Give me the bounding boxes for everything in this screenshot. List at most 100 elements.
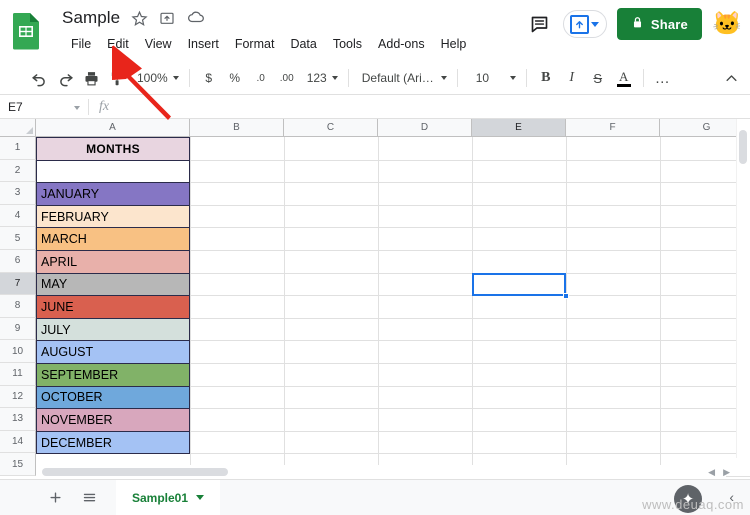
cell-a9[interactable]: JULY — [36, 317, 190, 342]
print-icon[interactable] — [78, 65, 104, 91]
cell-a7[interactable]: MAY — [36, 272, 190, 297]
row-header-11[interactable]: 11 — [0, 362, 36, 386]
row-header-6[interactable]: 6 — [0, 249, 36, 273]
bold-button[interactable]: B — [533, 65, 559, 91]
column-header-c[interactable]: C — [284, 119, 378, 137]
row-header-10[interactable]: 10 — [0, 340, 36, 363]
chevron-down-icon[interactable] — [196, 495, 205, 500]
cell-a6[interactable]: APRIL — [36, 250, 190, 274]
cell-value: MONTHS — [86, 141, 140, 156]
menu-insert[interactable]: Insert — [180, 34, 227, 54]
row-header-7[interactable]: 7 — [0, 272, 36, 296]
chevron-down-icon[interactable] — [74, 105, 80, 110]
cell-value: AUGUST — [41, 345, 94, 360]
chevron-down-icon[interactable] — [590, 21, 599, 27]
all-sheets-button[interactable] — [72, 481, 106, 515]
share-button[interactable]: Share — [616, 8, 702, 40]
cell-a10[interactable]: AUGUST — [36, 340, 190, 364]
sheet-tab-sample01[interactable]: Sample01 — [116, 479, 221, 515]
vertical-scrollbar-thumb[interactable] — [739, 130, 747, 164]
row-header-9[interactable]: 9 — [0, 317, 36, 341]
italic-label: I — [569, 70, 575, 85]
row-header-14[interactable]: 14 — [0, 430, 36, 454]
text-color-button[interactable]: A — [611, 65, 637, 91]
row-header-8[interactable]: 8 — [0, 295, 36, 318]
cell-a5[interactable]: MARCH — [36, 227, 190, 251]
percent-label: % — [229, 71, 241, 85]
move-to-folder-icon[interactable] — [159, 10, 176, 27]
row-header-3[interactable]: 3 — [0, 182, 36, 205]
present-button[interactable] — [562, 10, 607, 38]
select-all-corner[interactable] — [0, 119, 36, 137]
menu-edit[interactable]: Edit — [99, 34, 137, 54]
cloud-saved-icon — [187, 10, 205, 27]
row-header-label: 5 — [14, 232, 21, 244]
number-format-select[interactable]: 123 — [300, 66, 342, 90]
name-box-value: E7 — [8, 99, 23, 114]
comment-icon[interactable] — [527, 11, 553, 37]
column-header-e[interactable]: E — [472, 119, 566, 137]
row-header-2[interactable]: 2 — [0, 159, 36, 183]
scroll-right-icon[interactable]: ▶ — [723, 467, 730, 478]
decrease-decimal-button[interactable]: .0 — [248, 65, 274, 91]
menu-add-ons[interactable]: Add-ons — [370, 34, 433, 54]
font-size-select[interactable]: 10 — [464, 66, 520, 90]
column-header-label: E — [515, 122, 522, 133]
cell-a11[interactable]: SEPTEMBER — [36, 363, 190, 387]
cell-a3[interactable]: JANUARY — [36, 182, 190, 206]
chevron-down-icon — [440, 76, 447, 80]
row-header-1[interactable]: 1 — [0, 137, 36, 160]
menu-data[interactable]: Data — [282, 34, 324, 54]
collapse-toolbar-button[interactable] — [718, 65, 744, 91]
row-header-13[interactable]: 13 — [0, 408, 36, 431]
column-header-f[interactable]: F — [566, 119, 660, 137]
column-header-label: F — [609, 122, 616, 133]
bold-label: B — [541, 70, 551, 85]
paint-format-icon[interactable] — [104, 65, 130, 91]
avatar[interactable]: 🐱 — [712, 9, 742, 39]
horizontal-scrollbar-thumb[interactable] — [42, 468, 228, 476]
strikethrough-button[interactable]: S — [585, 65, 611, 91]
column-header-b[interactable]: B — [190, 119, 284, 137]
row-header-15[interactable]: 15 — [0, 453, 36, 476]
fill-handle[interactable] — [563, 293, 569, 300]
star-icon[interactable] — [131, 10, 148, 27]
column-header-d[interactable]: D — [378, 119, 472, 137]
cell-a8[interactable]: JUNE — [36, 295, 190, 319]
menu-format[interactable]: Format — [227, 34, 283, 54]
page-title[interactable]: Sample — [62, 8, 120, 28]
menu-view[interactable]: View — [137, 34, 180, 54]
scroll-left-icon[interactable]: ◀ — [708, 467, 715, 478]
currency-format-button[interactable]: $ — [196, 65, 222, 91]
row-header-4[interactable]: 4 — [0, 204, 36, 228]
row-header-label: 10 — [11, 345, 24, 357]
menu-file[interactable]: File — [63, 34, 99, 54]
percent-format-button[interactable]: % — [222, 65, 248, 91]
more-options-button[interactable]: … — [650, 65, 676, 91]
column-header-a[interactable]: A — [36, 119, 190, 137]
italic-button[interactable]: I — [559, 65, 585, 91]
menu-help[interactable]: Help — [433, 34, 475, 54]
cell-a12[interactable]: OCTOBER — [36, 385, 190, 410]
undo-icon[interactable] — [26, 65, 52, 91]
zoom-select[interactable]: 100% — [130, 66, 183, 90]
cell-a2[interactable] — [36, 159, 190, 184]
row-header-12[interactable]: 12 — [0, 385, 36, 409]
selected-cell-e7[interactable] — [472, 272, 566, 297]
font-family-select[interactable]: Default (Ari… — [355, 66, 451, 90]
row-header-label: 6 — [14, 255, 21, 267]
increase-decimal-button[interactable]: .00 — [274, 65, 300, 91]
row-header-5[interactable]: 5 — [0, 227, 36, 250]
column-header-label: B — [233, 122, 240, 133]
cell-a13[interactable]: NOVEMBER — [36, 408, 190, 432]
currency-label: $ — [205, 71, 213, 85]
vertical-scrollbar-track[interactable] — [736, 119, 750, 458]
add-sheet-button[interactable] — [38, 481, 72, 515]
cell-a1[interactable]: MONTHS — [36, 137, 190, 161]
cell-a4[interactable]: FEBRUARY — [36, 204, 190, 229]
name-box[interactable]: E7 — [0, 95, 88, 119]
cell-a14[interactable]: DECEMBER — [36, 430, 190, 455]
divider — [188, 69, 190, 87]
menu-tools[interactable]: Tools — [325, 34, 370, 54]
redo-icon[interactable] — [52, 65, 78, 91]
